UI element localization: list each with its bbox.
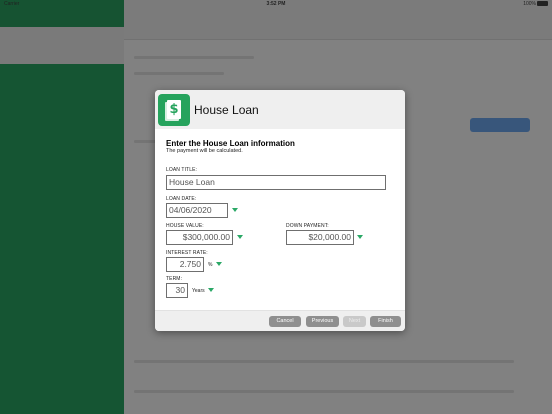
down-payment-field[interactable]: $20,000.00 [286,230,354,245]
interest-rate-field[interactable]: 2.750 [166,257,204,272]
loan-date-field[interactable]: 04/06/2020 [166,203,228,218]
status-bar: Carrier 3:52 PM 100% [0,0,552,9]
interest-rate-label: INTEREST RATE: [166,250,208,256]
house-value-chevron-down-icon[interactable] [237,235,243,239]
loan-date-label: LOAN DATE: [166,196,197,202]
term-label: TERM: [166,276,183,282]
interest-rate-chevron-down-icon[interactable] [216,262,222,266]
house-value-field[interactable]: $300,000.00 [166,230,233,245]
term-field[interactable]: 30 [166,283,188,298]
dollar-document-icon: $ [158,94,190,126]
term-chevron-down-icon[interactable] [208,288,214,292]
battery-icon [537,1,548,6]
cancel-button[interactable]: Cancel [269,316,301,327]
interest-rate-unit: % [208,262,213,268]
form-heading: Enter the House Loan information [166,139,295,148]
down-payment-label: DOWN PAYMENT: [286,223,329,229]
term-unit: Years [192,288,205,294]
house-value-label: HOUSE VALUE: [166,223,204,229]
loan-title-label: LOAN TITLE: [166,167,198,173]
loan-dialog: $ House Loan Enter the House Loan inform… [155,90,405,331]
battery-label: 100% [523,1,536,7]
dialog-title: House Loan [194,103,259,117]
finish-button[interactable]: Finish [370,316,401,327]
previous-button[interactable]: Previous [306,316,339,327]
down-payment-chevron-down-icon[interactable] [357,235,363,239]
dialog-header: $ House Loan [155,90,405,129]
loan-date-chevron-down-icon[interactable] [232,208,238,212]
clock: 3:52 PM [266,1,286,7]
form-subheading: The payment will be calculated. [166,148,243,154]
loan-title-field[interactable]: House Loan [166,175,386,190]
next-button[interactable]: Next [343,316,366,327]
dialog-footer: Cancel Previous Next Finish [155,310,405,331]
battery-indicator: 100% [523,1,548,7]
